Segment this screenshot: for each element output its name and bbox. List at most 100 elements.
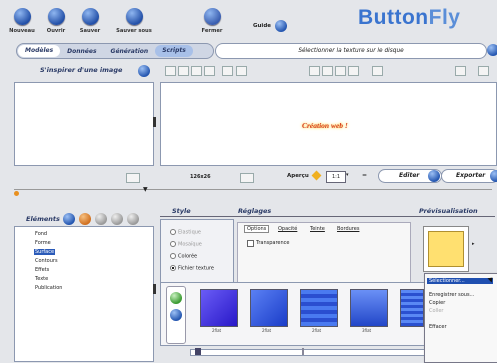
main-tabs: Modèles Données Génération Scripts <box>16 43 214 59</box>
guide-label: Guide <box>253 23 271 29</box>
transparence-checkbox[interactable] <box>247 240 254 247</box>
browse-button[interactable] <box>487 44 497 56</box>
tree-item[interactable]: Publication <box>35 285 62 291</box>
guide-button[interactable] <box>275 20 287 32</box>
inspire-title: S'inspirer d'une image <box>40 66 123 74</box>
texture-label: 3flat <box>362 328 372 333</box>
new-button[interactable]: Nouveau <box>4 8 40 38</box>
tool-icon[interactable] <box>191 66 202 76</box>
scroll-mark <box>302 348 304 355</box>
scroll-thumb[interactable] <box>195 348 201 355</box>
dot-icon <box>14 191 19 196</box>
texture-path-field[interactable]: Sélectionner la texture sur le disque <box>215 43 487 59</box>
texture-label: 2flat <box>262 328 272 333</box>
tool-icon[interactable] <box>204 66 215 76</box>
elements-up-icon[interactable] <box>95 213 107 225</box>
elements-down-icon[interactable] <box>111 213 123 225</box>
menu-item-selectionner[interactable]: Sélectionner... <box>427 278 493 284</box>
style-radio-coloree[interactable]: Colorée <box>170 253 197 260</box>
tool-icon[interactable] <box>222 66 233 76</box>
preview-button-text: Création web ! <box>302 121 348 130</box>
button-size: 126x26 <box>190 174 211 180</box>
tab-teinte[interactable]: Teinte <box>310 226 325 232</box>
tool-icon[interactable] <box>322 66 333 76</box>
previsualisation-title: Prévisualisation <box>419 207 478 215</box>
tree-item[interactable]: Effets <box>35 267 49 273</box>
reglages-title: Réglages <box>238 207 272 215</box>
status-box-icon[interactable] <box>126 173 140 183</box>
save-icon <box>81 8 99 25</box>
tool-icon[interactable] <box>478 66 489 76</box>
texture-thumb[interactable] <box>200 289 238 327</box>
inspire-button[interactable] <box>138 65 150 77</box>
texture-thumb[interactable] <box>400 289 424 327</box>
edit-icon <box>428 170 440 182</box>
tool-icon[interactable] <box>165 66 176 76</box>
new-icon <box>13 8 31 25</box>
zoom-select[interactable]: 1:1 <box>326 171 346 183</box>
tab-opacite[interactable]: Opacité <box>278 226 297 232</box>
preview-dropdown-icon[interactable]: ▸ <box>472 241 475 247</box>
tab-scripts[interactable]: Scripts <box>155 45 193 57</box>
tab-options[interactable]: Options <box>244 225 270 233</box>
tree-item-selected[interactable]: Surface <box>34 249 56 255</box>
gallery-ok-icon[interactable] <box>170 292 182 304</box>
save-button[interactable]: Sauver <box>72 8 108 38</box>
equals-icon: = <box>362 172 368 179</box>
divider <box>14 189 492 190</box>
collapse-icon[interactable]: ▼ <box>143 186 148 193</box>
export-icon <box>490 170 497 182</box>
status-box-icon[interactable] <box>240 173 254 183</box>
tool-icon[interactable] <box>236 66 247 76</box>
tool-icon[interactable] <box>335 66 346 76</box>
transparence-label: Transparence <box>256 240 290 246</box>
open-button[interactable]: Ouvrir <box>38 8 74 38</box>
tool-icon[interactable] <box>348 66 359 76</box>
save-as-button[interactable]: Sauver sous <box>114 8 154 38</box>
tree-item[interactable]: Contours <box>35 258 58 264</box>
tab-donnees[interactable]: Données <box>60 48 103 55</box>
menu-item-enregistrer[interactable]: Enregistrer sous... <box>429 292 474 298</box>
save-as-icon <box>125 8 143 25</box>
tab-generation[interactable]: Génération <box>104 48 156 55</box>
context-menu: Sélectionner... Enregistrer sous... Copi… <box>424 273 497 363</box>
tree-item[interactable]: Fond <box>35 231 47 237</box>
zoom-dropdown-icon[interactable]: ▾ <box>346 172 349 178</box>
elements-delete-icon[interactable] <box>127 213 139 225</box>
splitter-left[interactable] <box>153 117 156 127</box>
tool-icon[interactable] <box>178 66 189 76</box>
style-radio-fichier-texture[interactable]: Fichier texture <box>170 265 214 272</box>
export-button[interactable]: Exporter <box>441 169 497 183</box>
elements-add-icon[interactable] <box>63 213 75 225</box>
style-radio-elastique[interactable]: Elastique <box>170 229 201 236</box>
texture-preview-swatch[interactable] <box>428 231 464 267</box>
tool-icon[interactable] <box>372 66 383 76</box>
app-logo: ButtonFly <box>358 6 461 29</box>
style-title: Style <box>172 207 191 215</box>
style-radio-mosaique[interactable]: Mosaïque <box>170 241 202 248</box>
elements-edit-icon[interactable] <box>79 213 91 225</box>
tree-item[interactable]: Texte <box>35 276 48 282</box>
tool-icon[interactable] <box>455 66 466 76</box>
texture-thumb[interactable] <box>350 289 388 327</box>
texture-thumb[interactable] <box>300 289 338 327</box>
tab-bordures[interactable]: Bordures <box>337 226 359 232</box>
menu-item-copier[interactable]: Copier <box>429 300 445 306</box>
diamond-icon <box>311 170 322 181</box>
close-button[interactable]: Fermer <box>194 8 230 38</box>
gallery-prev-icon[interactable] <box>170 309 182 321</box>
open-icon <box>47 8 65 25</box>
elements-title: Eléments <box>26 215 60 223</box>
texture-label: 2flat <box>312 328 322 333</box>
menu-item-coller: Coller <box>429 308 444 314</box>
inspire-image-panel[interactable] <box>14 82 154 166</box>
apercu-label: Aperçu <box>287 173 309 179</box>
tool-icon[interactable] <box>309 66 320 76</box>
elements-tree[interactable]: Fond Forme Surface Contours Effets Texte… <box>14 226 154 362</box>
texture-label: 2flat <box>212 328 222 333</box>
splitter-bottom[interactable] <box>153 284 156 294</box>
texture-thumb[interactable] <box>250 289 288 327</box>
menu-item-effacer[interactable]: Effacer <box>429 324 447 330</box>
tree-item[interactable]: Forme <box>35 240 51 246</box>
tab-modeles[interactable]: Modèles <box>18 45 61 57</box>
